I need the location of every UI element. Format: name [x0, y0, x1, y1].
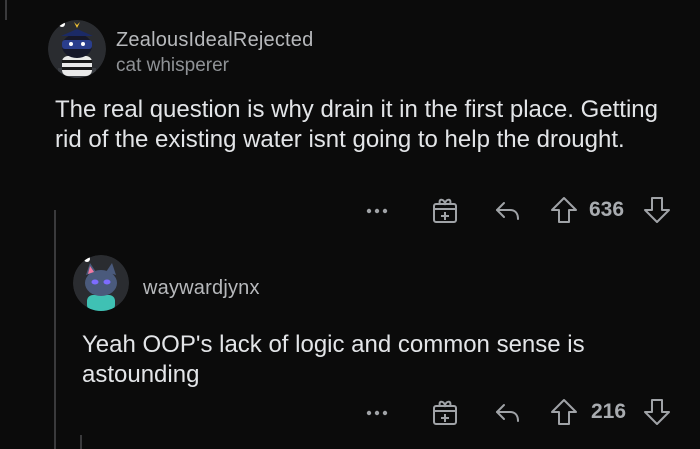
- more-options-icon[interactable]: [364, 195, 390, 225]
- upvote-arrow-icon[interactable]: [549, 195, 579, 225]
- vote-score: 216: [591, 400, 627, 423]
- comment-actions: 636: [0, 195, 700, 225]
- award-gift-icon[interactable]: [431, 397, 459, 427]
- downvote-arrow-icon[interactable]: [642, 195, 672, 225]
- comment-body: Yeah OOP's lack of logic and common sens…: [82, 331, 585, 388]
- avatar[interactable]: [73, 255, 129, 311]
- comment-actions: 216: [0, 397, 700, 427]
- award-gift-icon[interactable]: [431, 195, 459, 225]
- user-flair: cat whisperer: [116, 55, 229, 76]
- upvote-arrow-icon[interactable]: [549, 397, 579, 427]
- reply-thread-line[interactable]: [80, 435, 82, 449]
- downvote-arrow-icon[interactable]: [642, 397, 672, 427]
- comment-author[interactable]: waywardjynx: [143, 277, 260, 300]
- reply-arrow-icon[interactable]: [494, 195, 522, 225]
- vote-score: 636: [589, 198, 625, 221]
- more-options-icon[interactable]: [364, 397, 390, 427]
- comment-author[interactable]: ZealousIdealRejected: [116, 29, 313, 52]
- avatar[interactable]: [48, 20, 106, 78]
- comment-body: The real question is why drain it in the…: [55, 96, 658, 153]
- comment-thread: ZealousIdealRejected cat whisperer The r…: [0, 0, 700, 449]
- reply-arrow-icon[interactable]: [494, 397, 522, 427]
- parent-thread-line[interactable]: [5, 0, 7, 20]
